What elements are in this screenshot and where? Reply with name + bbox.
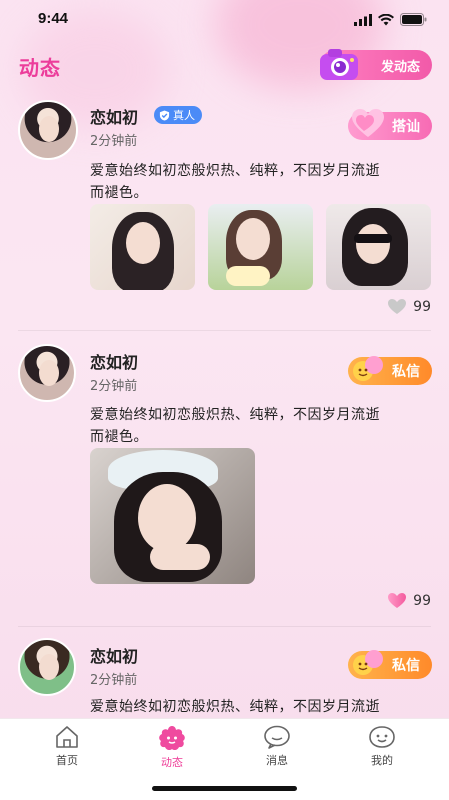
smile-icon xyxy=(369,726,395,748)
status-time: 9:44 xyxy=(38,10,69,27)
like-count[interactable]: 99 xyxy=(387,298,431,315)
heart-icon xyxy=(388,299,407,314)
post-text-line: 爱意始终如初恋般炽热、纯粹，不因岁月流逝 xyxy=(90,407,380,423)
message-label: 私信 xyxy=(392,364,420,380)
verified-badge: 真人 xyxy=(154,106,202,124)
flower-icon xyxy=(159,726,185,751)
post-photo[interactable] xyxy=(90,204,195,290)
post-photo[interactable] xyxy=(326,204,431,290)
post-moment-label: 发动态 xyxy=(380,59,420,75)
message-label: 私信 xyxy=(392,658,420,674)
post-photo[interactable] xyxy=(90,448,255,584)
like-count-value: 99 xyxy=(413,298,431,315)
post-text-line: 爱意始终如初恋般炽热、纯粹，不因岁月流逝 xyxy=(90,163,380,179)
heart-icon xyxy=(388,593,407,608)
post-photo[interactable] xyxy=(208,204,313,290)
post-time: 2分钟前 xyxy=(90,379,138,394)
shield-check-icon xyxy=(159,109,170,121)
divider xyxy=(18,330,431,331)
header: 动态 发动态 xyxy=(0,44,449,88)
tab-profile-label: 我的 xyxy=(371,754,393,767)
post-text-line: 而褪色。 xyxy=(90,429,148,445)
tab-moments-label: 动态 xyxy=(161,756,183,769)
like-count[interactable]: 99 xyxy=(387,592,431,609)
username[interactable]: 恋如初 xyxy=(90,349,138,373)
tab-moments[interactable]: 动态 xyxy=(142,725,202,773)
avatar[interactable] xyxy=(18,100,78,160)
chat-up-label: 搭讪 xyxy=(392,119,420,135)
home-icon xyxy=(56,726,78,748)
post-text-line: 爱意始终如初恋般炽热、纯粹，不因岁月流逝 xyxy=(90,699,380,715)
message-button[interactable]: 私信 xyxy=(348,356,432,385)
heart-icon xyxy=(352,109,384,137)
post-text: 爱意始终如初恋般炽热、纯粹，不因岁月流逝 xyxy=(90,696,435,718)
avatar[interactable] xyxy=(18,638,76,696)
avatar[interactable] xyxy=(18,344,76,402)
tab-home-label: 首页 xyxy=(56,754,78,767)
post-text: 爱意始终如初恋般炽热、纯粹，不因岁月流逝 而褪色。 xyxy=(90,160,435,204)
post-moment-button[interactable]: 发动态 xyxy=(320,49,432,80)
chat-up-button[interactable]: 搭讪 xyxy=(348,109,432,140)
tab-messages-label: 消息 xyxy=(266,754,288,767)
username[interactable]: 恋如初 xyxy=(90,643,138,667)
divider xyxy=(18,626,431,627)
battery-icon xyxy=(400,13,427,26)
smile-icon xyxy=(353,650,383,675)
tab-home[interactable]: 首页 xyxy=(37,725,97,773)
post-text: 爱意始终如初恋般炽热、纯粹，不因岁月流逝 而褪色。 xyxy=(90,404,435,448)
wifi-icon xyxy=(378,13,394,25)
post-text-line: 而褪色。 xyxy=(90,185,148,201)
verified-label: 真人 xyxy=(173,109,195,122)
home-indicator xyxy=(152,786,297,791)
chat-icon xyxy=(264,725,290,749)
status-bar: 9:44 xyxy=(0,0,449,40)
tab-messages[interactable]: 消息 xyxy=(247,725,307,773)
camera-icon xyxy=(320,49,358,80)
tab-profile[interactable]: 我的 xyxy=(352,725,412,773)
page-title: 动态 xyxy=(19,56,61,80)
message-button[interactable]: 私信 xyxy=(348,650,432,679)
like-count-value: 99 xyxy=(413,592,431,609)
username[interactable]: 恋如初 xyxy=(90,104,138,128)
post-time: 2分钟前 xyxy=(90,673,138,688)
status-icons xyxy=(354,13,427,26)
signal-icon xyxy=(354,13,372,26)
post-time: 2分钟前 xyxy=(90,134,138,149)
smile-icon xyxy=(353,356,383,381)
